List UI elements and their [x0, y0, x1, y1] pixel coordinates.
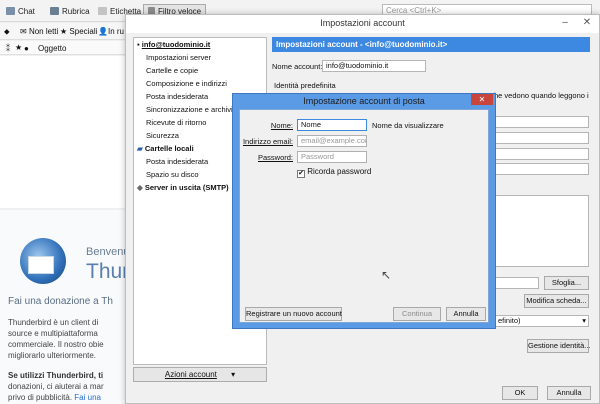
- continue-button[interactable]: Continua: [393, 307, 441, 321]
- checkbox-checked-icon: ✔: [297, 170, 305, 178]
- password-field[interactable]: Password: [297, 151, 367, 163]
- remember-password-checkbox[interactable]: ✔ Ricorda password: [297, 167, 371, 178]
- identity-field[interactable]: [494, 148, 589, 160]
- identity-field[interactable]: [494, 116, 589, 128]
- mail-account-setup-dialog: Impostazione account di posta ✕ Nome: No…: [232, 93, 496, 329]
- cancel-button[interactable]: Annulla: [547, 386, 591, 400]
- password-label: Password:: [257, 153, 293, 162]
- welcome-text: commerciale. Il nostro obie: [8, 340, 104, 349]
- welcome-text: Se utilizzi Thunderbird, ti: [8, 371, 104, 380]
- welcome-text: source e multipiattaforma: [8, 329, 98, 338]
- name-label: Nome:: [270, 121, 293, 130]
- minimize-button[interactable]: –: [554, 15, 576, 32]
- mouse-cursor-icon: ↖: [381, 268, 392, 282]
- dialog-close-button[interactable]: ✕: [471, 94, 493, 105]
- ok-button[interactable]: OK: [502, 386, 538, 400]
- quick-filter-bar: ⬥ ✉ Non letti ★ Speciali 👤In ru: [0, 23, 125, 40]
- welcome-pane: Benvenu Thund Fai una donazione a Th Thu…: [0, 210, 125, 404]
- donate-heading: Fai una donazione a Th: [8, 296, 113, 307]
- tree-item[interactable]: Composizione e indirizzi: [146, 79, 227, 89]
- email-label: Indirizzo email:: [242, 137, 293, 146]
- tree-item[interactable]: Cartelle e copie: [146, 66, 198, 76]
- address-book-icon: [50, 7, 59, 15]
- manage-identities-button[interactable]: Gestione identità...: [527, 339, 591, 353]
- dialog-body: Nome: Nome Nome da visualizzare Indirizz…: [239, 109, 489, 323]
- filter-contacts-button[interactable]: 👤In ru: [98, 27, 124, 36]
- register-account-button[interactable]: Registrare un nuovo account: [245, 307, 342, 321]
- account-name-label: Nome account:: [272, 62, 323, 71]
- subject-column-header[interactable]: Oggetto: [38, 44, 66, 53]
- chevron-down-icon: ▾: [582, 316, 586, 325]
- name-hint: Nome da visualizzare: [372, 121, 444, 130]
- tree-item[interactable]: Impostazioni server: [146, 53, 211, 63]
- message-list[interactable]: [0, 56, 125, 208]
- tree-item[interactable]: Spazio su disco: [146, 170, 199, 180]
- browse-button[interactable]: Sfoglia...: [544, 276, 589, 290]
- email-field[interactable]: email@example.com: [297, 135, 367, 147]
- welcome-heading-large: Thund: [86, 260, 125, 283]
- edit-card-button[interactable]: Modifica scheda...: [524, 294, 589, 308]
- identity-field[interactable]: [494, 163, 589, 175]
- identity-description: he vedono quando leggono i: [494, 91, 589, 100]
- welcome-text: Thunderbird è un client di: [8, 318, 99, 327]
- star-column-icon[interactable]: ★: [15, 43, 22, 52]
- close-button[interactable]: ✕: [576, 15, 598, 32]
- thread-icon[interactable]: ⁑: [6, 44, 10, 53]
- tree-local-folders[interactable]: ▰ Cartelle locali: [137, 144, 194, 154]
- message-columns-header: ⁑ ★ ● Oggetto: [0, 41, 125, 55]
- address-book-button[interactable]: Rubrica: [50, 5, 90, 18]
- dropdown-arrow-icon: ▾: [231, 370, 236, 379]
- identity-field[interactable]: [494, 132, 589, 144]
- tag-icon: [98, 7, 107, 15]
- tree-item[interactable]: Sicurezza: [146, 131, 179, 141]
- signature-file-field[interactable]: [494, 277, 539, 289]
- welcome-text: privo di pubblicità.: [8, 393, 73, 402]
- tree-smtp[interactable]: ◆ Server in uscita (SMTP): [137, 183, 229, 193]
- account-settings-header: Impostazioni account - <info@tuodominio.…: [272, 37, 590, 52]
- welcome-text: donazioni, ci aiuterai a mar: [8, 382, 104, 391]
- smtp-select[interactable]: efinito) ▾: [494, 315, 589, 327]
- filter-starred-button[interactable]: ★ Speciali: [60, 27, 97, 36]
- window-title: Impostazioni account: [126, 15, 599, 33]
- chat-button[interactable]: Chat: [6, 5, 35, 18]
- signature-textarea[interactable]: [494, 195, 589, 267]
- dialog-cancel-button[interactable]: Annulla: [446, 307, 486, 321]
- donate-link[interactable]: Fai una: [74, 393, 101, 402]
- dialog-title: Impostazione account di posta: [303, 96, 425, 106]
- tree-item[interactable]: Posta indesiderata: [146, 157, 208, 167]
- pin-icon[interactable]: ⬥: [4, 27, 10, 37]
- name-field[interactable]: Nome: [297, 119, 367, 131]
- welcome-heading-small: Benvenu: [86, 246, 125, 258]
- attachment-column-icon[interactable]: ●: [24, 44, 29, 53]
- tree-item[interactable]: Posta indesiderata: [146, 92, 208, 102]
- tree-item[interactable]: Ricevute di ritorno: [146, 118, 206, 128]
- filter-unread-button[interactable]: ✉ Non letti: [20, 27, 58, 36]
- welcome-text: migliorarlo ulteriormente.: [8, 351, 97, 360]
- envelope-icon: [28, 256, 54, 274]
- tree-account[interactable]: ▪ info@tuodominio.it: [137, 40, 210, 50]
- account-actions-button[interactable]: Azioni account ▾: [133, 367, 267, 382]
- account-name-field[interactable]: info@tuodominio.it: [322, 60, 426, 72]
- chat-icon: [6, 7, 15, 15]
- computer-icon: ▰: [137, 144, 143, 153]
- identity-heading: Identità predefinita: [274, 81, 336, 90]
- server-icon: ◆: [137, 183, 143, 192]
